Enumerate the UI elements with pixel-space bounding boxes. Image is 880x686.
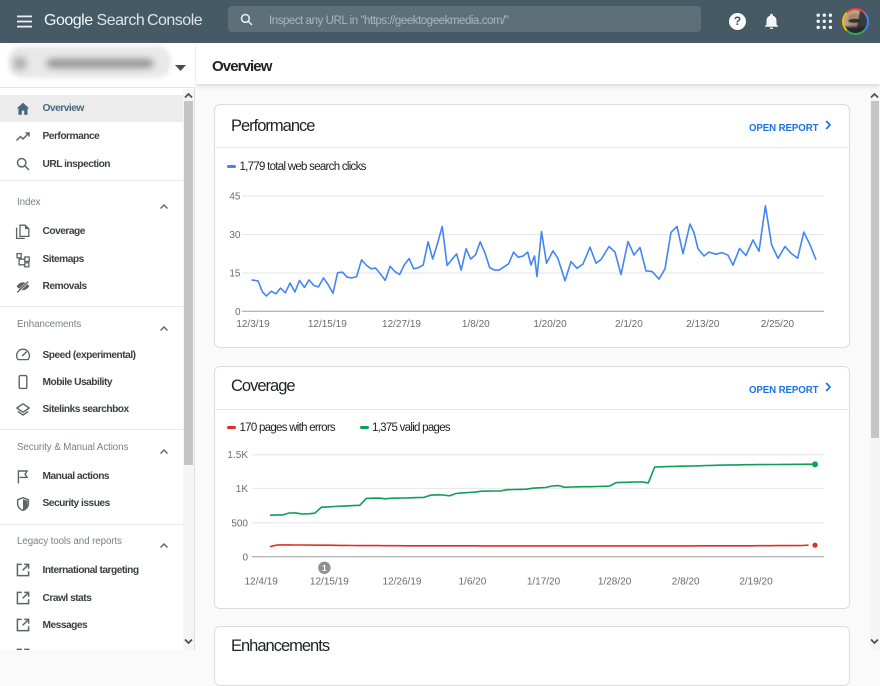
svg-text:2/8/20: 2/8/20 xyxy=(672,577,700,588)
svg-text:500: 500 xyxy=(231,518,248,529)
svg-text:1: 1 xyxy=(322,563,327,573)
svg-text:1/17/20: 1/17/20 xyxy=(527,577,561,588)
svg-text:12/15/19: 12/15/19 xyxy=(310,577,349,588)
svg-text:2/19/20: 2/19/20 xyxy=(739,577,773,588)
svg-text:1K: 1K xyxy=(236,484,249,495)
svg-text:0: 0 xyxy=(242,552,248,563)
svg-text:1.5K: 1.5K xyxy=(227,450,248,461)
svg-text:12/4/19: 12/4/19 xyxy=(245,577,279,588)
svg-text:1/28/20: 1/28/20 xyxy=(598,577,632,588)
svg-text:1/6/20: 1/6/20 xyxy=(458,577,486,588)
svg-text:12/26/19: 12/26/19 xyxy=(383,577,422,588)
